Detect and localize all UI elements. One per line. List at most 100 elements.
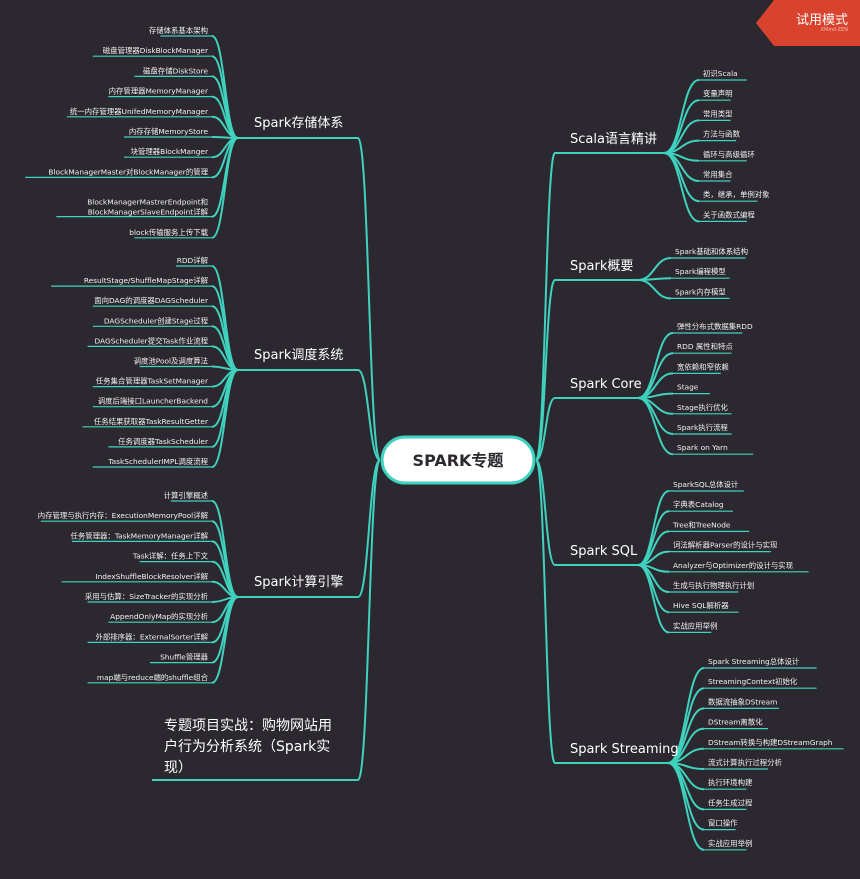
leaf-topic-spark[interactable]: 调度后端接口LauncherBackend [98,397,209,406]
branch-topic-spark[interactable]: Spark存储体系 [254,116,343,131]
leaf-topic-spark[interactable]: BlockManagerMaster对BlockManager的管理 [48,167,208,176]
leaf-topic-spark[interactable]: 块管理器BlockManger [131,147,209,156]
leaf-topic-scala[interactable]: 常用类型 [703,109,733,118]
leaf-topic-spark[interactable]: AppendOnlyMap的实现分析 [110,612,208,621]
leaf-topic-spark-streaming[interactable]: StreamingContext初始化 [708,677,798,686]
leaf-topic-spark-sql[interactable]: 词法解析器Parser的设计与实现 [673,541,778,550]
leaf-connector [637,564,670,634]
leaf-topic-spark[interactable]: DAGScheduler创建Stage过程 [104,316,209,325]
leaf-topic-spark-core[interactable]: Stage [677,383,699,392]
leaf-topic-spark[interactable]: 外部排序器：ExternalSorter详解 [95,632,208,641]
leaf-topic-scala[interactable]: 循环与高级循环 [703,150,755,159]
branch-topic-spark[interactable]: Spark调度系统 [254,347,343,363]
leaf-topic-spark[interactable]: 存储体系基本架构 [149,26,208,35]
branch-topic-spark-core[interactable]: Spark Core [570,377,642,392]
leaf-connector [211,369,239,468]
leaf-connector [211,137,239,239]
leaf-topic-spark-streaming[interactable]: 实战应用举例 [708,839,752,848]
central-topic[interactable]: SPARK专题 [380,435,536,485]
leaf-topic-spark-sql[interactable]: Tree和TreeNode [672,520,731,529]
leaf-connector [637,510,670,566]
leaf-topic-spark-core[interactable]: 宽依赖和窄依赖 [677,362,729,371]
leaf-topic-spark[interactable]: block传输服务上传下载 [129,228,208,237]
leaf-connector [663,152,700,223]
leaf-topic-spark[interactable]: 调度池Pool及调度算法 [134,357,208,366]
leaf-topic-spark[interactable]: 任务管理器：TaskMemoryManager详解 [70,531,208,540]
leaf-topic-spark[interactable]: 磁盘存储DiskStore [143,66,208,75]
branch-connector-scala [535,152,556,461]
leaf-connector [211,596,239,664]
leaf-topic-scala[interactable]: 常用集合 [703,170,733,179]
central-topic-label: SPARK专题 [413,451,505,470]
leaf-topic-spark-sql[interactable]: Analyzer与Optimizer的设计与实现 [673,561,794,570]
leaf-topic-spark-sql[interactable]: 生成与执行物理执行计划 [673,581,754,590]
leaf-topic-spark[interactable]: 统一内存管理器UnifedMemoryManager [70,107,209,116]
leaf-topic-spark[interactable]: 磁盘管理器DiskBlockManager [103,46,209,55]
leaf-topic-spark[interactable]: 计算引擎概述 [164,491,209,500]
leaf-topic-spark[interactable]: 任务结果获取器TaskResultGetter [94,417,209,426]
leaf-connector [211,369,239,448]
leaf-topic-spark[interactable]: 内存管理器MemoryManager [109,87,209,96]
leaf-topic-spark[interactable]: Spark内存模型 [675,287,726,296]
leaf-topic-spark-sql[interactable]: 实战应用举例 [673,621,717,630]
leaf-connector [637,352,674,399]
leaf-connector [637,257,672,281]
leaf-topic-spark-streaming[interactable]: DStream转换与构建DStreamGraph [708,738,833,747]
leaf-topic-spark-streaming[interactable]: DStream离散化 [708,718,763,727]
leaf-topic-scala[interactable]: 类，继承，单例对象 [703,190,770,199]
leaf-topic-spark-core[interactable]: RDD 属性和特点 [677,342,733,351]
leaf-topic-spark-streaming[interactable]: 执行环境构建 [708,778,753,787]
leaf-topic-spark[interactable]: DAGScheduler提交Task作业流程 [94,336,208,345]
leaf-topic-spark[interactable]: 内存管理与执行内存：ExecutionMemoryPool详解 [38,511,209,520]
leaf-topic-spark[interactable]: Spark基础和体系结构 [675,247,748,256]
branch-topic-scala[interactable]: Scala语言精讲 [570,132,657,147]
leaf-topic-spark[interactable]: map端与reduce端的shuffle组合 [97,673,209,682]
leaf-topic-spark[interactable]: RDD详解 [177,256,209,265]
leaf-topic-spark[interactable]: 任务集合管理器TaskSetManager [96,377,209,386]
trial-mode-badge[interactable]: 试用模式 XMind·ZEN [756,0,860,46]
leaf-connector [667,762,705,831]
leaf-topic-spark[interactable]: 任务调度器TaskScheduler [118,437,209,446]
leaf-topic-scala[interactable]: 关于函数式编程 [703,210,755,219]
leaf-topic-spark-streaming[interactable]: 流式计算执行过程分析 [708,758,783,767]
leaf-topic-spark-streaming[interactable]: 数据流抽象DStream [708,697,777,706]
leaf-topic-spark-core[interactable]: 弹性分布式数据集RDD [677,322,753,331]
leaf-topic-spark-core[interactable]: Spark执行流程 [677,423,728,432]
leaf-topic-spark-streaming[interactable]: 任务生成过程 [708,798,753,807]
leaf-topic-spark[interactable]: IndexShuffleBlockResolver详解 [95,572,208,581]
leaf-topic-scala[interactable]: 变量声明 [703,89,733,98]
leaf-topic-spark[interactable]: 内存存储MemoryStore [129,127,209,136]
leaf-topic-scala[interactable]: 方法与函数 [703,130,741,139]
leaf-connector [211,35,239,139]
leaf-topic-spark-streaming[interactable]: 窗口操作 [708,819,738,828]
leaf-topic-spark-streaming[interactable]: Spark Streaming总体设计 [708,657,800,666]
leaf-connector [663,99,700,154]
leaf-topic-spark-sql[interactable]: 字典表Catalog [673,500,724,509]
leaf-connector [211,520,239,598]
branch-topic-spark[interactable]: Spark概要 [570,259,633,274]
leaf-connector [211,137,239,218]
branch-topic-spark-sql[interactable]: Spark SQL [570,544,638,559]
trial-mode-label: 试用模式 [795,13,848,28]
branch-connector-topic [357,459,381,781]
leaf-topic-spark-core[interactable]: Spark on Yarn [677,443,728,452]
leaf-topic-spark[interactable]: 采用与估算：SizeTracker的实现分析 [85,592,209,601]
branch-topic-spark-streaming[interactable]: Spark Streaming [570,742,679,757]
leaf-topic-spark-core[interactable]: Stage执行优化 [677,403,729,412]
branch-topic-topic[interactable]: 专题项目实战：购物网站用户行为分析系统（Spark实现） [164,718,332,776]
leaf-topic-spark[interactable]: Shuffle管理器 [160,653,209,662]
leaf-topic-spark[interactable]: ResultStage/ShuffleMapStage详解 [84,276,209,285]
leaf-connector [637,490,670,566]
leaf-topic-scala[interactable]: 初识Scala [703,69,738,78]
leaf-topic-spark[interactable]: Spark编程模型 [675,267,726,276]
leaf-connector [637,332,674,399]
mind-map: Spark存储体系 存储体系基本架构磁盘管理器DiskBlockManager 磁盘… [25,26,844,851]
leaf-topic-spark[interactable]: BlockManagerMastrerEndpoint和 BlockManager… [87,198,208,217]
leaf-topic-spark-sql[interactable]: SparkSQL总体设计 [673,480,739,489]
leaf-topic-spark[interactable]: TaskSchedulerIMPL调度流程 [107,457,208,466]
leaf-topic-spark-sql[interactable]: Hive SQL解析器 [673,601,729,610]
leaf-topic-spark[interactable]: 面向DAG的调度器DAGScheduler [94,296,209,305]
leaf-connector [211,265,239,371]
branch-topic-spark[interactable]: Spark计算引擎 [254,575,343,590]
leaf-topic-spark[interactable]: Task详解：任务上下文 [132,552,209,561]
